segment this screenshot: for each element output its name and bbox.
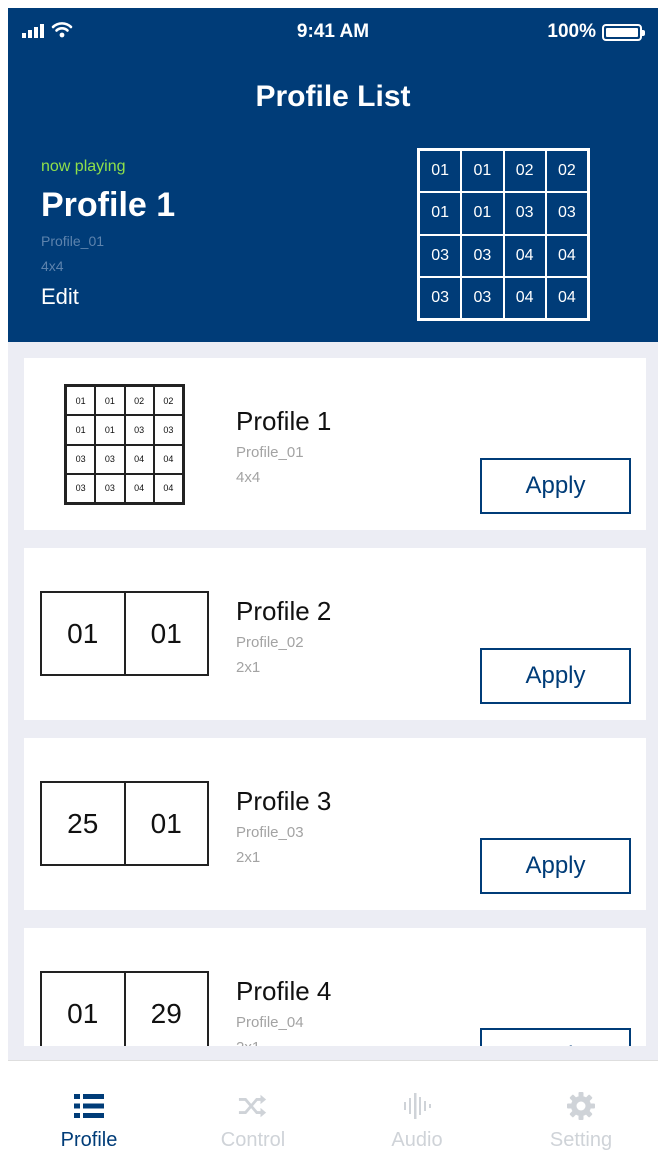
grid-cell: 04	[503, 234, 546, 277]
tab-label: Control	[220, 1129, 286, 1151]
profile-card: 25 01 Profile 3 Profile_03 2x1 Apply	[24, 738, 646, 910]
battery-percent: 100%	[547, 21, 596, 42]
grid-cell: 01	[419, 192, 462, 235]
grid-cell: 03	[419, 276, 462, 319]
grid-cell: 03	[503, 192, 546, 235]
tab-setting[interactable]: Setting	[500, 1061, 658, 1167]
profile-id: Profile_01	[236, 444, 304, 461]
grid-cell: 01	[67, 617, 99, 649]
grid-cell: 01	[123, 783, 208, 864]
grid-cell: 04	[545, 234, 588, 277]
profile-id: Profile_02	[236, 634, 304, 651]
tab-label: Audio	[391, 1129, 443, 1151]
profile-card: 01 01 02 02 01 01 03 03 03 03 04 04 03 0…	[24, 358, 646, 530]
tab-bar: Profile Control Audio Setting	[8, 1060, 658, 1167]
profile-name: Profile 3	[236, 786, 332, 816]
current-profile-name: Profile 1	[41, 186, 176, 224]
grid-cell: 04	[503, 276, 546, 319]
profile-layout-grid: 01 29	[40, 971, 209, 1046]
grid-cell: 03	[419, 234, 462, 277]
current-profile-size: 4x4	[41, 258, 64, 274]
grid-cell: 01	[95, 386, 125, 416]
profile-card: 01 01 Profile 2 Profile_02 2x1 Apply	[24, 548, 646, 720]
tab-audio[interactable]: Audio	[336, 1061, 498, 1167]
grid-cell: 04	[545, 276, 588, 319]
grid-cell: 02	[545, 150, 588, 193]
now-playing-label: now playing	[41, 158, 126, 175]
grid-cell: 01	[66, 386, 96, 416]
grid-cell: 03	[545, 192, 588, 235]
profile-size: 4x4	[236, 469, 261, 486]
profile-layout-grid: 01 01	[40, 591, 209, 676]
grid-cell: 29	[123, 973, 208, 1046]
grid-cell: 03	[461, 276, 504, 319]
edit-button[interactable]: Edit	[41, 284, 79, 310]
profile-id: Profile_04	[236, 1014, 304, 1031]
apply-button[interactable]: Apply	[480, 648, 631, 704]
grid-cell: 01	[67, 997, 99, 1029]
tab-control[interactable]: Control	[172, 1061, 334, 1167]
grid-cell: 03	[153, 415, 183, 445]
current-layout-grid: 01 01 02 02 01 01 03 03 03 03 04 04 03 0…	[417, 148, 590, 321]
tab-label: Setting	[549, 1129, 613, 1151]
status-bar: 9:41 AM 100%	[8, 8, 658, 56]
grid-cell: 25	[67, 807, 99, 839]
profile-layout-grid: 25 01	[40, 781, 209, 866]
grid-cell: 01	[461, 192, 504, 235]
tab-label: Profile	[60, 1129, 118, 1151]
header: 9:41 AM 100% Profile List now playing Pr…	[8, 8, 658, 342]
grid-cell: 04	[124, 473, 154, 503]
grid-cell: 01	[461, 150, 504, 193]
apply-button[interactable]: Apply	[480, 838, 631, 894]
grid-cell: 02	[153, 386, 183, 416]
grid-cell: 01	[66, 415, 96, 445]
grid-cell: 04	[153, 473, 183, 503]
app-screen: 9:41 AM 100% Profile List now playing Pr…	[8, 8, 658, 1167]
profile-layout-grid: 01 01 02 02 01 01 03 03 03 03 04 04 03 0…	[64, 384, 185, 505]
grid-cell: 01	[95, 415, 125, 445]
grid-cell: 03	[95, 473, 125, 503]
apply-button[interactable]: Apply	[480, 458, 631, 514]
page-title: Profile List	[255, 80, 411, 113]
profile-name: Profile 4	[236, 976, 332, 1006]
profile-name: Profile 2	[236, 596, 332, 626]
battery-icon	[602, 23, 645, 41]
grid-cell: 03	[461, 234, 504, 277]
apply-button[interactable]: Apply	[480, 1028, 631, 1046]
profile-name: Profile 1	[236, 406, 332, 436]
grid-cell: 02	[503, 150, 546, 193]
waveform-icon	[402, 1091, 432, 1121]
profile-size: 2x1	[236, 659, 261, 676]
grid-cell: 02	[124, 386, 154, 416]
profile-size: 2x1	[236, 849, 261, 866]
grid-cell: 01	[419, 150, 462, 193]
profile-size: 2x1	[236, 1039, 260, 1046]
status-right: 100%	[547, 21, 645, 43]
profile-card: 01 29 Profile 4 Profile_04 2x1 Apply	[24, 928, 646, 1046]
shuffle-icon	[238, 1091, 268, 1121]
grid-cell: 03	[124, 415, 154, 445]
grid-cell: 04	[153, 444, 183, 474]
grid-cell: 01	[123, 593, 208, 674]
profile-id: Profile_03	[236, 824, 304, 841]
grid-cell: 03	[66, 444, 96, 474]
profile-list[interactable]: 01 01 02 02 01 01 03 03 03 03 04 04 03 0…	[8, 342, 658, 1046]
current-profile-id: Profile_01	[41, 233, 105, 249]
grid-cell: 03	[95, 444, 125, 474]
tab-profile[interactable]: Profile	[8, 1061, 170, 1167]
grid-cell: 03	[66, 473, 96, 503]
grid-cell: 04	[124, 444, 154, 474]
list-icon	[74, 1091, 104, 1121]
gear-icon	[566, 1091, 596, 1121]
